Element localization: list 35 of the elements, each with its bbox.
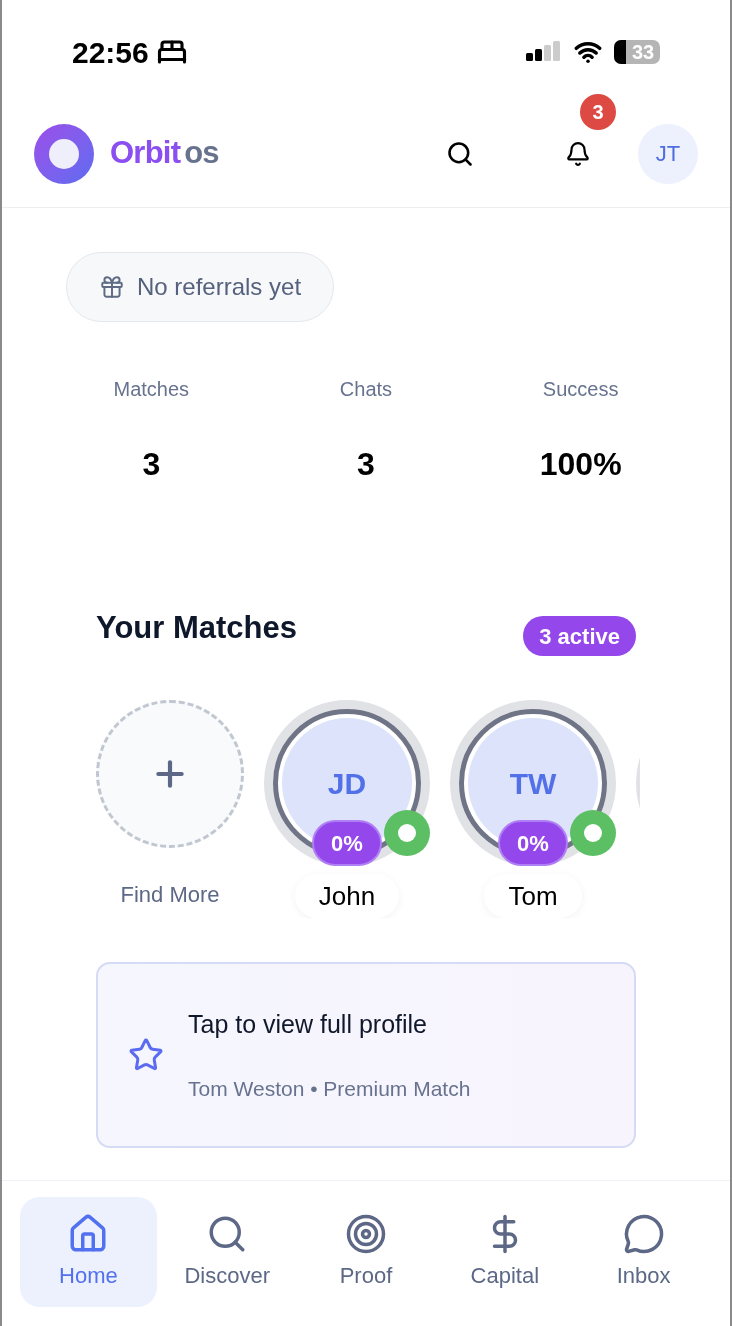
- bell-icon: [565, 140, 591, 167]
- profile-avatar[interactable]: JT: [638, 123, 698, 184]
- profile-card-subtitle: Tom Weston • Premium Match: [188, 1076, 471, 1102]
- match-score-badge: 0%: [312, 820, 382, 866]
- active-count-badge: 3 active: [523, 616, 636, 656]
- target-icon: [345, 1212, 387, 1255]
- notification-count: 3: [580, 93, 616, 130]
- battery-icon: 33: [614, 40, 660, 64]
- referral-text: No referrals yet: [137, 272, 302, 302]
- brand-name: Orbitos: [110, 134, 219, 173]
- chat-bubble-icon: [622, 1212, 665, 1255]
- star-icon: [128, 1037, 164, 1073]
- find-more-label: Find More: [120, 881, 220, 909]
- stat-label: Success: [542, 377, 619, 402]
- bed-icon: [156, 37, 187, 67]
- search-icon: [446, 139, 474, 168]
- match-name: John: [294, 874, 400, 918]
- stat-value: 100%: [539, 445, 622, 484]
- stat-value: 3: [357, 445, 375, 484]
- nav-tab[interactable]: Proof: [297, 1197, 435, 1307]
- stat-label: Chats: [339, 377, 393, 402]
- profile-card[interactable]: Tap to view full profile Tom Weston • Premium Match: [96, 962, 636, 1148]
- match-score-badge: 0%: [498, 820, 568, 866]
- section-title: Your Matches: [96, 608, 297, 647]
- match-name: Tom: [484, 874, 582, 918]
- nav-tab[interactable]: Discover: [158, 1197, 296, 1307]
- stat-value: 3: [142, 445, 161, 484]
- signal-icon: [526, 41, 562, 63]
- status-time: 22:56: [72, 34, 149, 71]
- profile-card-title: Tap to view full profile: [188, 1008, 428, 1040]
- gift-icon: [99, 274, 125, 300]
- stat-label: Matches: [113, 377, 190, 402]
- nav-tab[interactable]: Inbox: [575, 1197, 712, 1307]
- nav-tab[interactable]: Home: [20, 1197, 157, 1307]
- nav-tab[interactable]: Capital: [436, 1197, 574, 1307]
